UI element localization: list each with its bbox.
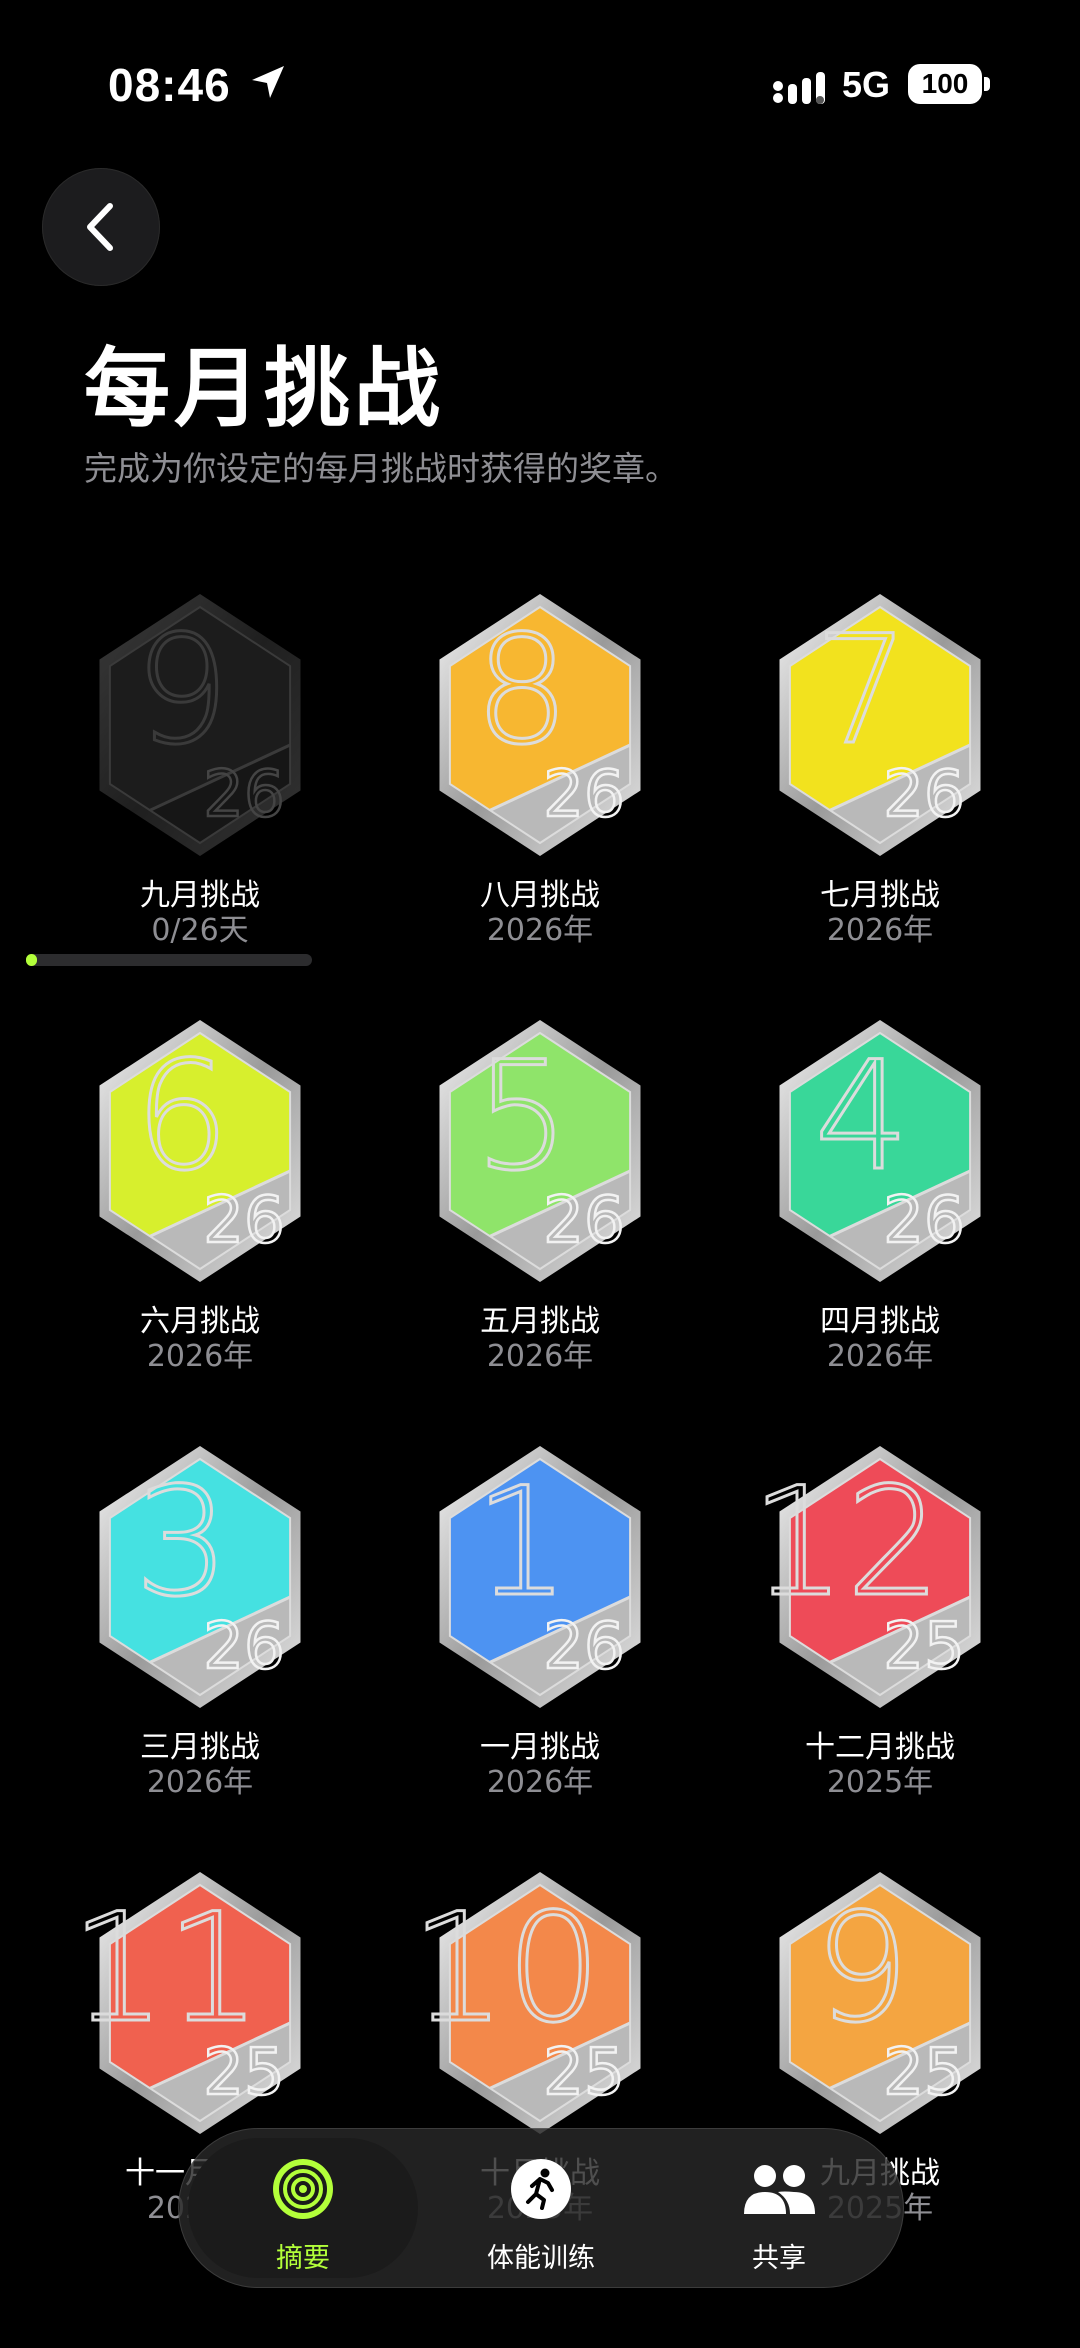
badge-medal-icon: 4 26 bbox=[779, 1020, 981, 1282]
badge-digit: 3 bbox=[134, 1456, 229, 1630]
network-label: 5G bbox=[842, 64, 891, 105]
status-bar: 08:46 5G 100 bbox=[0, 0, 1080, 170]
badge-digit: 4 bbox=[814, 1030, 909, 1204]
badge-digit: 1 bbox=[474, 1456, 569, 1630]
badge-digit: 10 bbox=[422, 1882, 601, 2056]
badge-digit: 11 bbox=[82, 1882, 261, 2056]
badge-year-tag: 25 bbox=[543, 2036, 624, 2110]
badge-year-tag: 26 bbox=[883, 758, 964, 832]
badge-year-tag: 25 bbox=[203, 2036, 284, 2110]
badge-medal-icon: 7 26 bbox=[779, 594, 981, 856]
badge-medal-icon: 9 26 bbox=[99, 594, 301, 856]
tab-summary[interactable]: 摘要 bbox=[188, 2138, 418, 2278]
tab-workouts-label: 体能训练 bbox=[487, 2243, 595, 2274]
tab-sharing-label: 共享 bbox=[752, 2243, 806, 2274]
badge-medal-icon: 11 25 bbox=[82, 1872, 301, 2134]
badge-medal-icon: 8 26 bbox=[439, 594, 641, 856]
badge-digit: 5 bbox=[474, 1030, 569, 1204]
badge-subtitle: 2026年 bbox=[826, 913, 934, 948]
badge-medal-icon: 6 26 bbox=[99, 1020, 301, 1282]
badge-subtitle: 2026年 bbox=[826, 1339, 934, 1374]
battery-tip bbox=[984, 77, 990, 91]
badge-subtitle: 2026年 bbox=[486, 1765, 594, 1800]
badge-medal-icon: 3 26 bbox=[99, 1446, 301, 1708]
tab-sharing[interactable]: 共享 bbox=[664, 2138, 894, 2278]
badge-medal-icon: 9 25 bbox=[779, 1872, 981, 2134]
page-title: 每月挑战 bbox=[84, 339, 444, 439]
badge-year-tag: 26 bbox=[203, 1610, 284, 1684]
badge-progress-fill bbox=[26, 954, 38, 966]
badge-year-tag: 25 bbox=[883, 2036, 964, 2110]
badge-digit: 8 bbox=[474, 604, 569, 778]
badge-year-tag: 26 bbox=[203, 758, 284, 832]
badge-subtitle: 2026年 bbox=[146, 1339, 254, 1374]
badge-progress-bar bbox=[26, 954, 312, 966]
location-arrow-icon bbox=[252, 66, 284, 98]
tab-workouts[interactable]: 体能训练 bbox=[426, 2138, 656, 2278]
status-time: 08:46 bbox=[108, 59, 231, 111]
badge-subtitle: 2026年 bbox=[486, 1339, 594, 1374]
badge-year-tag: 26 bbox=[543, 1610, 624, 1684]
tab-summary-label: 摘要 bbox=[276, 2243, 330, 2274]
back-button[interactable] bbox=[42, 168, 160, 286]
badge-medal-icon: 5 26 bbox=[439, 1020, 641, 1282]
badge-medal-icon: 12 25 bbox=[762, 1446, 981, 1708]
badge-year-tag: 26 bbox=[543, 758, 624, 832]
activity-rings-icon bbox=[273, 2159, 333, 2219]
battery-icon: 100 bbox=[908, 64, 982, 104]
badge-digit: 12 bbox=[762, 1456, 941, 1630]
badge-digit: 6 bbox=[134, 1030, 229, 1204]
page-subtitle: 完成为你设定的每月挑战时获得的奖章。 bbox=[84, 449, 678, 488]
chevron-left-icon bbox=[87, 203, 113, 251]
people-icon bbox=[744, 2165, 815, 2214]
badge-digit: 9 bbox=[134, 604, 229, 778]
badge-digit: 9 bbox=[814, 1882, 909, 2056]
signal-icon bbox=[773, 72, 825, 104]
tab-bar: 摘要 体能训练 共享 bbox=[178, 2128, 904, 2288]
badge-digit: 7 bbox=[814, 604, 909, 778]
running-icon bbox=[511, 2159, 571, 2219]
badge-medal-icon: 1 26 bbox=[439, 1446, 641, 1708]
badge-subtitle: 2025年 bbox=[826, 1765, 934, 1800]
badge-year-tag: 25 bbox=[883, 1610, 964, 1684]
badge-subtitle: 0/26天 bbox=[151, 913, 249, 948]
badge-year-tag: 26 bbox=[203, 1184, 284, 1258]
badge-year-tag: 26 bbox=[883, 1184, 964, 1258]
battery-level: 100 bbox=[921, 68, 969, 99]
badge-subtitle: 2026年 bbox=[486, 913, 594, 948]
badge-medal-icon: 10 25 bbox=[422, 1872, 641, 2134]
badge-year-tag: 26 bbox=[543, 1184, 624, 1258]
badge-subtitle: 2026年 bbox=[146, 1765, 254, 1800]
